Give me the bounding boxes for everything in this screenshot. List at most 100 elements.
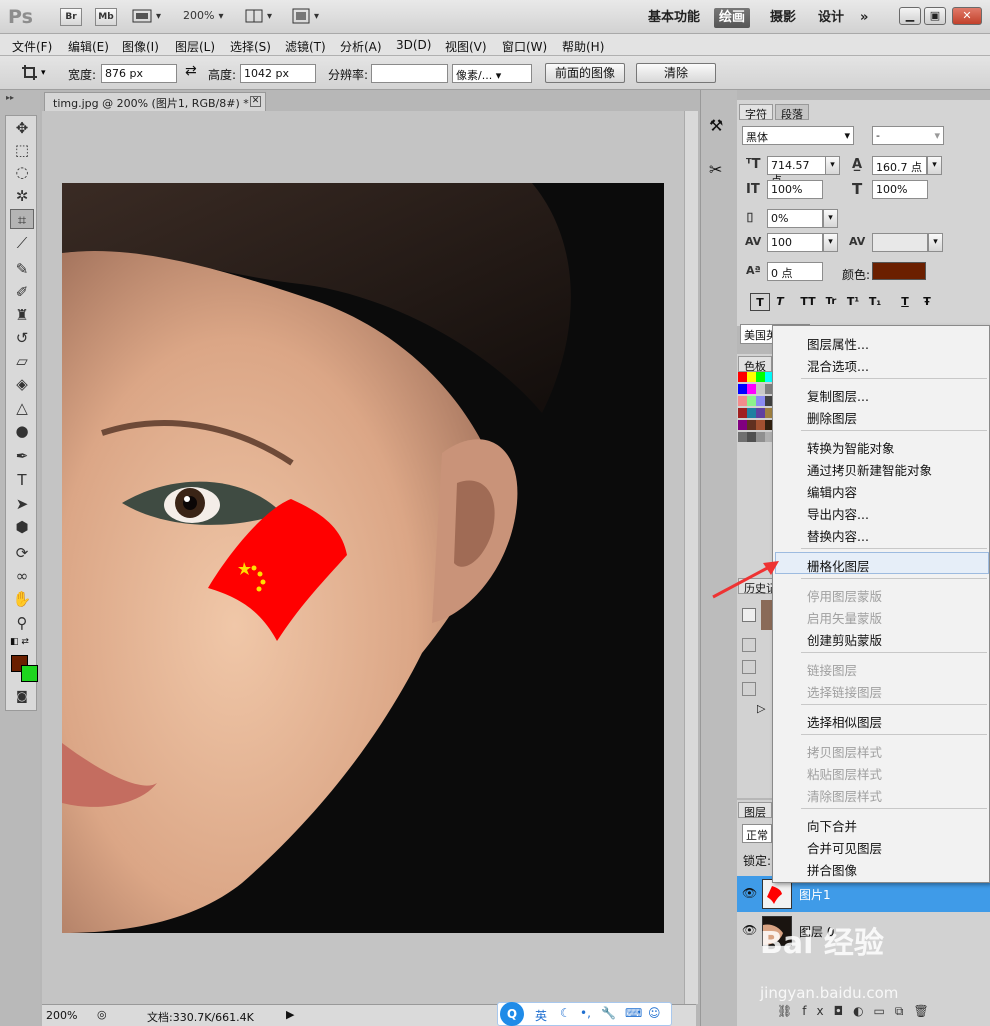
- new-layer-icon[interactable]: ⧉: [895, 1004, 914, 1018]
- status-zoom[interactable]: 200%: [46, 1009, 77, 1022]
- 3d-orbit-tool-icon[interactable]: ∞: [10, 566, 34, 586]
- blur-tool-icon[interactable]: △: [10, 398, 34, 418]
- tab-layers[interactable]: 图层: [738, 802, 772, 819]
- subscript-button[interactable]: T₁: [865, 293, 885, 311]
- resolution-unit-select[interactable]: 像素/... ▾: [452, 64, 532, 83]
- vertical-scrollbar[interactable]: [684, 111, 698, 1004]
- moon-icon[interactable]: ☾: [560, 1006, 571, 1020]
- path-selection-tool-icon[interactable]: ➤: [10, 494, 34, 514]
- tracking-ratio-field[interactable]: 0%: [767, 209, 823, 228]
- trash-icon[interactable]: 🗑: [913, 1004, 938, 1018]
- crop-tool-preset[interactable]: ▾: [20, 63, 50, 86]
- baseline-shift-field[interactable]: 0 点: [767, 262, 823, 281]
- tab-swatches[interactable]: 色板: [738, 356, 772, 373]
- hand-tool-icon[interactable]: ✋: [10, 589, 34, 609]
- eraser-tool-icon[interactable]: ▱: [10, 351, 34, 371]
- history-checkbox[interactable]: [742, 638, 756, 652]
- paint-bucket-tool-icon[interactable]: ◈: [10, 374, 34, 394]
- pen-tool-icon[interactable]: ✒: [10, 446, 34, 466]
- mask-icon[interactable]: ◘: [834, 1004, 854, 1018]
- workspace-painting[interactable]: 绘画: [714, 8, 751, 28]
- menu-item-create-clipping-mask[interactable]: 创建剪贴蒙版: [807, 630, 882, 649]
- zoom-tool-icon[interactable]: ⚲: [10, 613, 34, 633]
- tracking-dropdown[interactable]: ▾: [823, 233, 838, 252]
- ime-language[interactable]: 英: [535, 1007, 547, 1024]
- menu-analysis[interactable]: 分析(A): [340, 38, 382, 55]
- minimize-button[interactable]: ▁: [899, 7, 921, 25]
- menu-item-rasterize-layer[interactable]: 栅格化图层: [807, 556, 870, 575]
- text-color-swatch[interactable]: [872, 262, 926, 280]
- close-button[interactable]: ✕: [952, 7, 982, 25]
- lasso-tool-icon[interactable]: ◌: [10, 162, 34, 182]
- move-tool-icon[interactable]: ✥: [10, 118, 34, 138]
- all-caps-button[interactable]: TT: [798, 293, 818, 311]
- clone-stamp-tool-icon[interactable]: ♜: [10, 305, 34, 325]
- menu-window[interactable]: 窗口(W): [502, 38, 547, 55]
- eyedropper-tool-icon[interactable]: ⟋: [10, 233, 34, 253]
- menu-edit[interactable]: 编辑(E): [68, 38, 109, 55]
- default-colors-icon[interactable]: ◧ ⇄: [10, 637, 29, 647]
- swatch-grid[interactable]: [738, 372, 774, 456]
- more-workspaces-icon[interactable]: »: [860, 8, 868, 28]
- leading-field[interactable]: 160.7 点: [872, 156, 927, 175]
- menu-item-merge-visible[interactable]: 合并可见图层: [807, 838, 882, 857]
- marquee-tool-icon[interactable]: ⬚: [10, 140, 34, 160]
- menu-item-flatten-image[interactable]: 拼合图像: [807, 860, 857, 879]
- history-checkbox[interactable]: [742, 660, 756, 674]
- shape-tool-icon[interactable]: ⬢: [10, 517, 34, 537]
- bridge-button[interactable]: Br: [60, 8, 82, 26]
- width-field[interactable]: 876 px: [101, 64, 177, 83]
- menu-item-new-smart-object-via-copy[interactable]: 通过拷贝新建智能对象: [807, 460, 932, 479]
- mini-bridge-button[interactable]: Mb: [95, 8, 117, 26]
- menu-view[interactable]: 视图(V): [445, 38, 487, 55]
- strikethrough-button[interactable]: Ŧ: [917, 293, 937, 311]
- arrange-documents-menu[interactable]: [245, 8, 272, 24]
- font-style-select[interactable]: - ▾: [872, 126, 944, 145]
- resolution-field[interactable]: [371, 64, 448, 83]
- workspace-design[interactable]: 设计: [818, 8, 844, 28]
- background-color-swatch[interactable]: [21, 665, 38, 682]
- menu-item-replace-contents[interactable]: 替换内容...: [807, 526, 869, 545]
- status-info-icon[interactable]: ◎: [97, 1008, 107, 1021]
- group-icon[interactable]: ▭: [874, 1004, 895, 1018]
- menu-filter[interactable]: 滤镜(T): [285, 38, 326, 55]
- brush-presets-icon[interactable]: ⚒: [709, 116, 723, 135]
- visibility-eye-icon[interactable]: 👁: [742, 886, 757, 900]
- adjustment-icon[interactable]: ◐: [853, 1004, 873, 1018]
- menu-item-blending-options[interactable]: 混合选项...: [807, 356, 869, 375]
- tracking-field[interactable]: 100: [767, 233, 823, 252]
- faux-italic-button[interactable]: T: [770, 293, 790, 311]
- history-brush-source-icon[interactable]: [742, 608, 756, 622]
- swap-dimensions-icon[interactable]: ⇄: [185, 63, 197, 79]
- link-icon[interactable]: ⛓: [777, 1004, 802, 1018]
- horizontal-scale-field[interactable]: 100%: [872, 180, 928, 199]
- menu-file[interactable]: 文件(F): [12, 38, 52, 55]
- clear-button[interactable]: 清除: [636, 63, 716, 83]
- leading-dropdown[interactable]: ▾: [927, 156, 942, 175]
- smiley-icon[interactable]: ☺: [648, 1006, 661, 1020]
- vertical-scale-field[interactable]: 100%: [767, 180, 823, 199]
- history-current-state-icon[interactable]: ▷: [757, 702, 765, 715]
- menu-item-convert-smart-object[interactable]: 转换为智能对象: [807, 438, 895, 457]
- fx-icon[interactable]: fx: [802, 1004, 833, 1018]
- type-tool-icon[interactable]: T: [10, 470, 34, 490]
- font-family-select[interactable]: 黑体 ▾: [742, 126, 854, 145]
- menu-item-duplicate-layer[interactable]: 复制图层...: [807, 386, 869, 405]
- restore-button[interactable]: ▣: [924, 7, 946, 25]
- zoom-level-select[interactable]: 200%: [183, 9, 223, 22]
- quick-mask-icon[interactable]: ◙: [10, 686, 34, 706]
- collapse-tools-icon[interactable]: ▸▸: [6, 93, 14, 102]
- clone-source-icon[interactable]: ✂: [709, 160, 722, 179]
- underline-button[interactable]: T: [895, 293, 915, 311]
- punctuation-icon[interactable]: •,: [580, 1006, 591, 1020]
- tracking-ratio-dropdown[interactable]: ▾: [823, 209, 838, 228]
- close-tab-icon[interactable]: ✕: [250, 96, 261, 107]
- layer-name[interactable]: 图片1: [799, 886, 831, 903]
- brush-tool-icon[interactable]: ✐: [10, 282, 34, 302]
- visibility-eye-icon[interactable]: 👁: [742, 923, 757, 937]
- menu-item-layer-properties[interactable]: 图层属性...: [807, 334, 869, 353]
- font-size-field[interactable]: 714.57 点: [767, 156, 827, 187]
- 3d-rotate-tool-icon[interactable]: ⟳: [10, 543, 34, 563]
- menu-select[interactable]: 选择(S): [230, 38, 271, 55]
- menu-item-delete-layer[interactable]: 删除图层: [807, 408, 857, 427]
